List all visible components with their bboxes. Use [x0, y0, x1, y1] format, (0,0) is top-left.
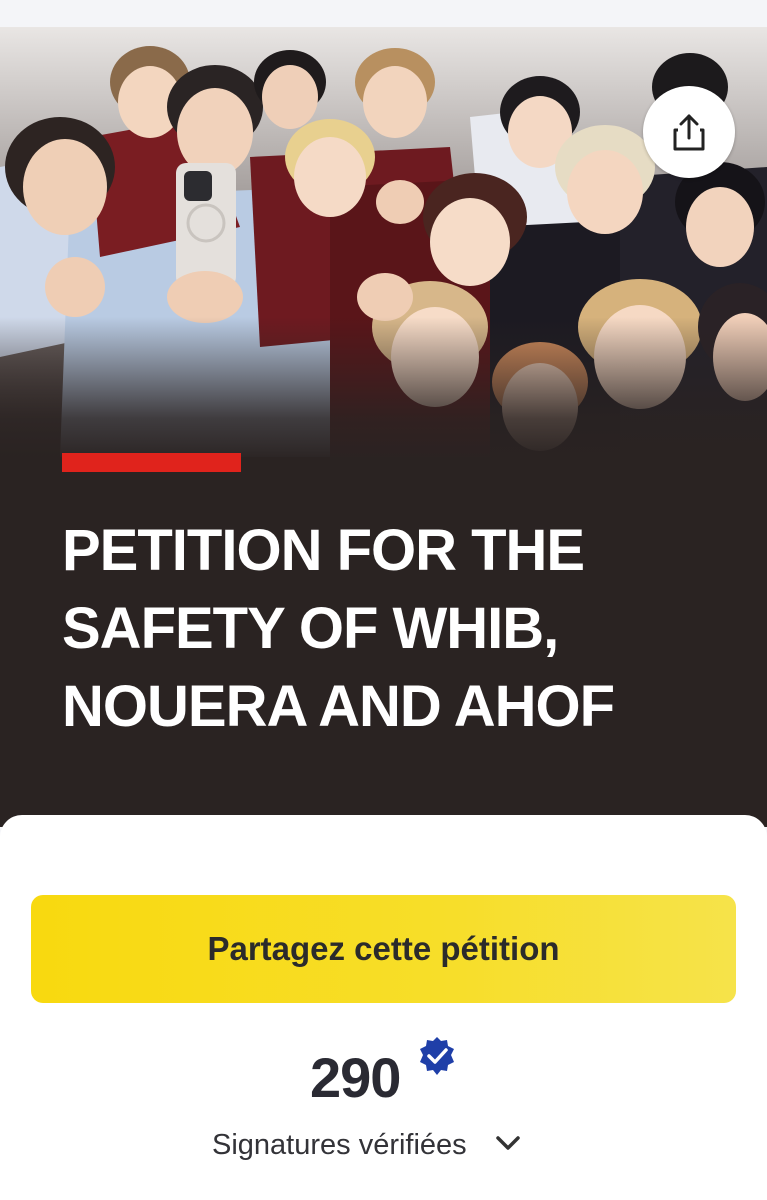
verified-signatures-toggle[interactable]: Signatures vérifiées	[212, 1122, 521, 1168]
title-accent-bar	[62, 453, 241, 472]
petition-title: PETITION FOR THE SAFETY OF WHIB, NOUERA …	[62, 518, 615, 739]
status-strip	[0, 0, 767, 27]
share-icon-button[interactable]	[643, 86, 735, 178]
petition-card: Partagez cette pétition 290 Signatures v…	[0, 815, 767, 1200]
chevron-down-icon	[495, 1134, 521, 1157]
photo-fade	[0, 317, 767, 462]
petition-hero: PETITION FOR THE SAFETY OF WHIB, NOUERA …	[0, 27, 767, 827]
signatures-label: Signatures vérifiées	[212, 1128, 467, 1161]
signature-count: 290	[310, 1046, 401, 1109]
share-icon	[673, 114, 705, 151]
signature-count-row: 290	[0, 1035, 767, 1115]
verified-badge-icon	[416, 1035, 458, 1082]
share-petition-button[interactable]: Partagez cette pétition	[31, 895, 736, 1003]
